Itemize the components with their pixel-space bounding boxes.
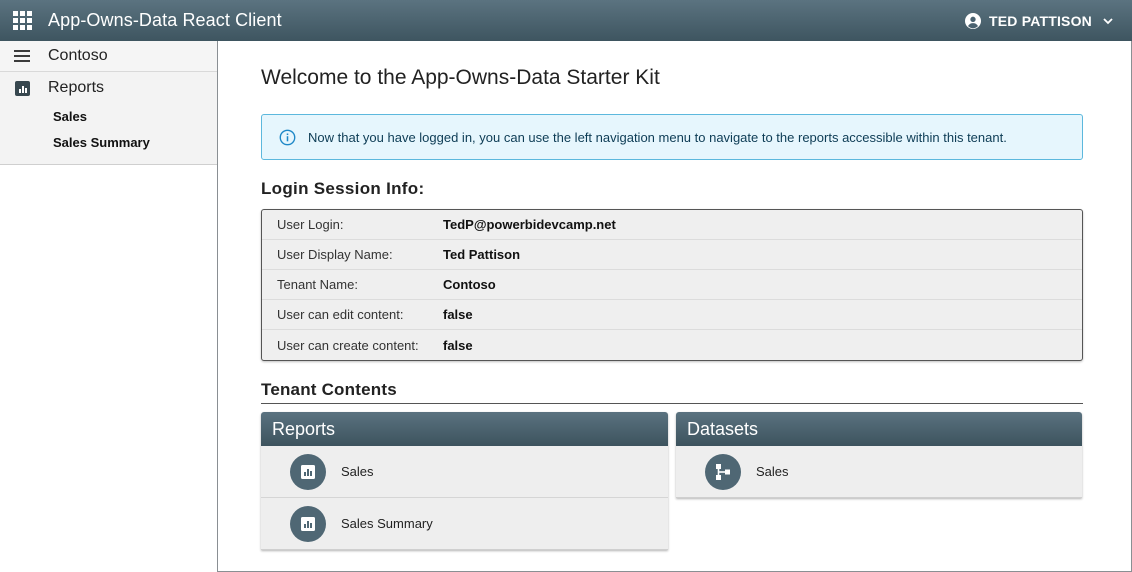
account-circle-icon: [965, 12, 981, 29]
tenant-contents-title: Tenant Contents: [261, 380, 1083, 404]
dataset-item-label: Sales: [756, 464, 789, 479]
dataset-icon: [705, 453, 741, 490]
info-icon: [279, 129, 296, 145]
session-info-title: Login Session Info:: [261, 179, 425, 198]
session-label: User Login:: [277, 217, 344, 232]
table-row: User Display Name: Ted Pattison: [262, 240, 1082, 270]
main-content: Welcome to the App-Owns-Data Starter Kit…: [261, 41, 1083, 550]
sidebar-item-sales-summary[interactable]: Sales Summary: [0, 130, 217, 156]
table-row: Tenant Name: Contoso: [262, 270, 1082, 300]
chevron-down-icon: [1103, 17, 1113, 24]
sidebar-tenant-label: Contoso: [48, 47, 108, 64]
datasets-card: Datasets Sales: [676, 412, 1082, 498]
session-value: false: [443, 337, 473, 353]
report-item-label: Sales: [341, 464, 374, 479]
reports-card-title: Reports: [261, 412, 668, 446]
session-value: false: [443, 307, 473, 322]
sidebar-reports-label: Reports: [48, 79, 105, 96]
table-row: User can edit content: false: [262, 300, 1082, 330]
table-row: User can create content: false: [262, 330, 1082, 360]
user-name: TED PATTISON: [989, 12, 1092, 29]
sidebar-reports-header: Reports: [0, 72, 217, 104]
info-alert: Now that you have logged in, you can use…: [261, 114, 1083, 160]
session-label: User Display Name:: [277, 247, 393, 262]
session-value: TedP@powerbidevcamp.net: [443, 217, 616, 232]
page-title: Welcome to the App-Owns-Data Starter Kit: [261, 66, 660, 89]
sidebar-tenant-toggle[interactable]: Contoso: [0, 41, 217, 72]
datasets-card-title: Datasets: [676, 412, 1082, 446]
bar-chart-icon: [15, 80, 30, 96]
sidebar-reports-section: Reports Sales Sales Summary: [0, 72, 217, 165]
app-bar: App-Owns-Data React Client TED PATTISON: [0, 0, 1132, 41]
app-title: App-Owns-Data React Client: [48, 10, 282, 30]
session-label: Tenant Name:: [277, 277, 358, 292]
session-label: User can create content:: [277, 337, 419, 353]
session-label: User can edit content:: [277, 307, 404, 322]
menu-icon: [14, 50, 30, 62]
report-icon: [290, 505, 326, 542]
session-value: Contoso: [443, 277, 496, 292]
apps-grid-icon[interactable]: [13, 10, 33, 31]
sidebar-item-sales[interactable]: Sales: [0, 104, 217, 130]
session-info-table: User Login: TedP@powerbidevcamp.net User…: [261, 209, 1083, 361]
reports-card: Reports Sales Sales Summary: [261, 412, 668, 550]
report-item-sales-summary[interactable]: Sales Summary: [261, 498, 668, 550]
report-item-label: Sales Summary: [341, 516, 433, 531]
tenant-contents-cards: Reports Sales Sales Summary Datasets Sal…: [261, 412, 1083, 550]
table-row: User Login: TedP@powerbidevcamp.net: [262, 210, 1082, 240]
info-alert-text: Now that you have logged in, you can use…: [308, 129, 1007, 145]
sidebar: Contoso Reports Sales Sales Summary: [0, 41, 218, 572]
session-value: Ted Pattison: [443, 247, 521, 262]
user-menu-button[interactable]: TED PATTISON: [965, 0, 1114, 41]
report-item-sales[interactable]: Sales: [261, 446, 668, 498]
dataset-item-sales[interactable]: Sales: [676, 446, 1082, 498]
report-icon: [290, 453, 326, 490]
